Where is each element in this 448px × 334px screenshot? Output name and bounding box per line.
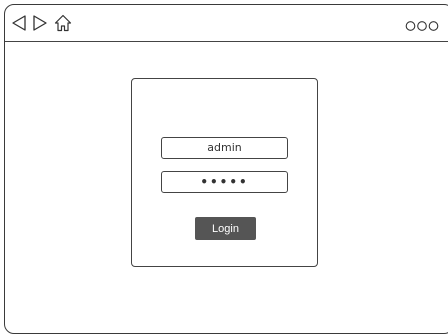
more-options-button[interactable] [405, 17, 439, 31]
browser-toolbar [5, 5, 448, 42]
back-button[interactable] [11, 14, 27, 32]
home-icon [54, 14, 72, 32]
forward-button[interactable] [32, 14, 48, 32]
login-button[interactable]: Login [195, 217, 256, 240]
more-options-icon [405, 21, 439, 31]
back-triangle-icon [12, 15, 26, 31]
home-button[interactable] [54, 14, 72, 32]
username-field[interactable]: admin [161, 137, 288, 159]
password-field[interactable]: ••••• [161, 171, 288, 193]
login-card: admin ••••• Login [131, 78, 318, 267]
forward-triangle-icon [33, 15, 47, 31]
